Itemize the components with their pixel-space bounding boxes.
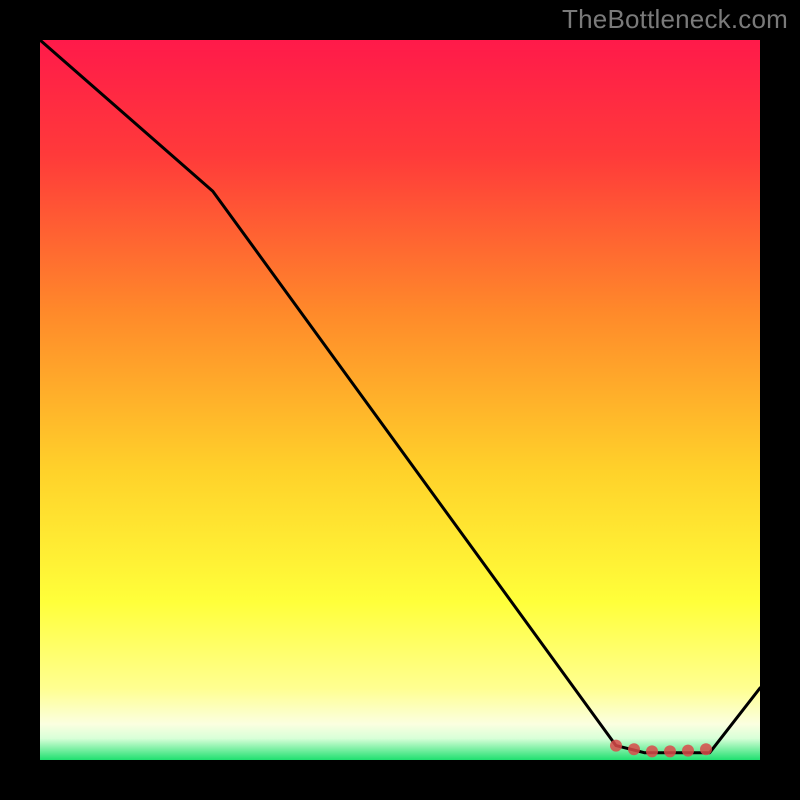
marker-dot <box>628 743 640 755</box>
marker-dot <box>610 740 622 752</box>
marker-dot <box>646 745 658 757</box>
gradient-background <box>40 40 760 760</box>
marker-dot <box>664 745 676 757</box>
marker-dot <box>700 743 712 755</box>
plot-area <box>40 40 760 760</box>
attribution-text: TheBottleneck.com <box>562 4 788 35</box>
chart-container: TheBottleneck.com <box>0 0 800 800</box>
chart-svg <box>40 40 760 760</box>
marker-dot <box>682 745 694 757</box>
